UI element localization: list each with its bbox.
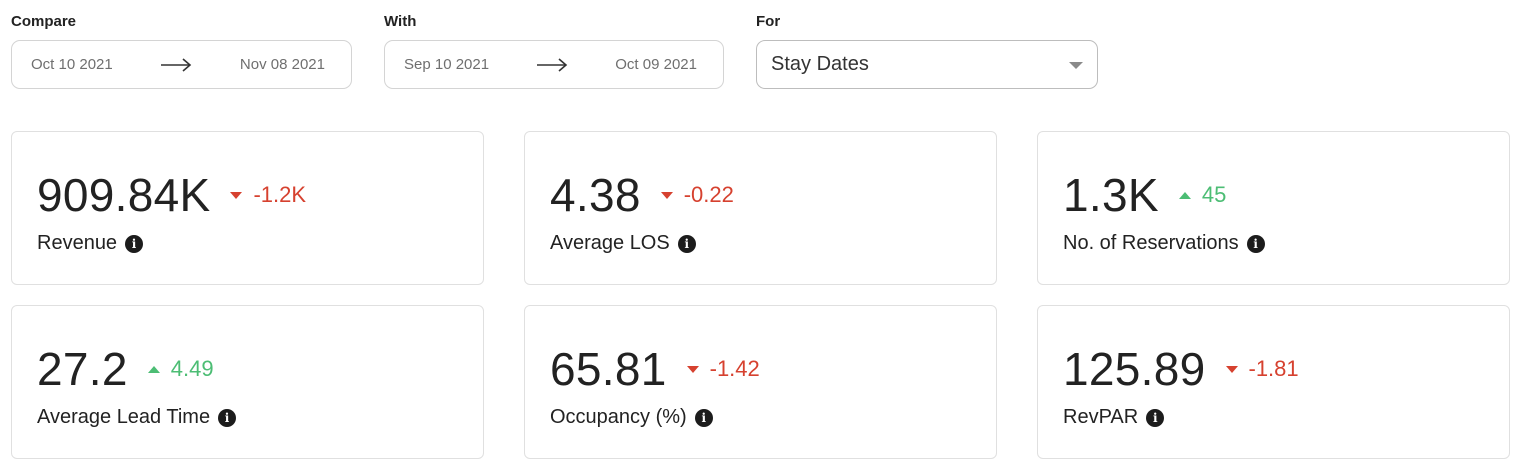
metric-value-row: 1.3K 45 <box>1063 168 1226 222</box>
metric-delta: -1.42 <box>686 356 760 382</box>
info-icon[interactable]: i <box>1246 234 1265 253</box>
with-label: With <box>384 13 417 30</box>
metric-delta-value: -1.42 <box>709 356 760 381</box>
metric-value: 125.89 <box>1063 343 1206 395</box>
metric-delta-value: -1.81 <box>1248 356 1299 381</box>
trend-down-icon <box>660 191 673 199</box>
metric-label-row: Revenue i <box>37 232 144 255</box>
trend-up-icon <box>147 365 160 373</box>
metric-value: 909.84K <box>37 169 211 221</box>
metric-value: 65.81 <box>550 343 667 395</box>
metric-value: 27.2 <box>37 343 128 395</box>
info-icon[interactable]: i <box>677 234 696 253</box>
metric-delta: -1.2K <box>230 182 306 208</box>
metric-delta: -0.22 <box>660 182 734 208</box>
metric-cards: 909.84K -1.2K Revenue i 4.38 -0.22 Avera… <box>11 131 1510 459</box>
metric-card-reservations: 1.3K 45 No. of Reservations i <box>1037 131 1510 285</box>
metric-delta-value: -1.2K <box>253 182 307 207</box>
metric-card-average-los: 4.38 -0.22 Average LOS i <box>524 131 997 285</box>
info-icon[interactable]: i <box>218 408 237 427</box>
metric-value: 1.3K <box>1063 169 1159 221</box>
metric-label: RevPAR <box>1063 406 1139 428</box>
caret-down-icon[interactable] <box>1069 62 1083 69</box>
compare-start-date[interactable]: Oct 10 2021 <box>31 56 113 73</box>
date-type-selected: Stay Dates <box>771 53 869 75</box>
for-filter: For Stay Dates <box>756 12 1098 89</box>
with-date-range[interactable]: Sep 10 2021 Oct 09 2021 <box>384 40 724 89</box>
with-end-date[interactable]: Oct 09 2021 <box>615 56 697 73</box>
arrow-right-icon <box>537 57 568 72</box>
metric-value-row: 4.38 -0.22 <box>550 168 734 222</box>
metric-value-row: 27.2 4.49 <box>37 342 214 396</box>
metric-label: No. of Reservations <box>1063 232 1239 254</box>
metric-label-row: Occupancy (%) i <box>550 406 713 429</box>
compare-end-date[interactable]: Nov 08 2021 <box>240 56 325 73</box>
filter-bar: Compare Oct 10 2021 Nov 08 2021 With Sep… <box>11 12 1098 89</box>
arrow-right-icon <box>161 57 192 72</box>
metric-label: Average Lead Time <box>37 406 211 428</box>
metric-label: Revenue <box>37 232 118 254</box>
metric-delta: 4.49 <box>147 356 214 382</box>
metric-value-row: 909.84K -1.2K <box>37 168 306 222</box>
date-type-select[interactable]: Stay Dates <box>756 40 1098 89</box>
metric-card-revpar: 125.89 -1.81 RevPAR i <box>1037 305 1510 459</box>
compare-filter: Compare Oct 10 2021 Nov 08 2021 <box>11 12 352 89</box>
metric-value: 4.38 <box>550 169 641 221</box>
metric-card-lead-time: 27.2 4.49 Average Lead Time i <box>11 305 484 459</box>
metric-card-occupancy: 65.81 -1.42 Occupancy (%) i <box>524 305 997 459</box>
metric-delta-value: 45 <box>1201 182 1227 207</box>
compare-date-range[interactable]: Oct 10 2021 Nov 08 2021 <box>11 40 352 89</box>
trend-down-icon <box>230 191 243 199</box>
metric-value-row: 65.81 -1.42 <box>550 342 760 396</box>
trend-up-icon <box>1178 191 1191 199</box>
info-icon[interactable]: i <box>1146 408 1165 427</box>
compare-label: Compare <box>11 13 77 30</box>
info-icon[interactable]: i <box>694 408 713 427</box>
info-icon[interactable]: i <box>125 234 144 253</box>
metric-delta: -1.81 <box>1225 356 1299 382</box>
metric-label-row: RevPAR i <box>1063 406 1165 429</box>
metric-label-row: No. of Reservations i <box>1063 232 1265 255</box>
metric-delta-value: -0.22 <box>683 182 734 207</box>
trend-down-icon <box>686 365 699 373</box>
trend-down-icon <box>1225 365 1238 373</box>
metric-delta: 45 <box>1178 182 1227 208</box>
metric-delta-value: 4.49 <box>170 356 214 381</box>
with-filter: With Sep 10 2021 Oct 09 2021 <box>384 12 724 89</box>
metric-label: Average LOS <box>550 232 670 254</box>
metric-value-row: 125.89 -1.81 <box>1063 342 1299 396</box>
metric-card-revenue: 909.84K -1.2K Revenue i <box>11 131 484 285</box>
for-label: For <box>756 13 781 30</box>
metric-label-row: Average Lead Time i <box>37 406 237 429</box>
metric-label-row: Average LOS i <box>550 232 696 255</box>
metric-label: Occupancy (%) <box>550 406 687 428</box>
with-start-date[interactable]: Sep 10 2021 <box>404 56 489 73</box>
